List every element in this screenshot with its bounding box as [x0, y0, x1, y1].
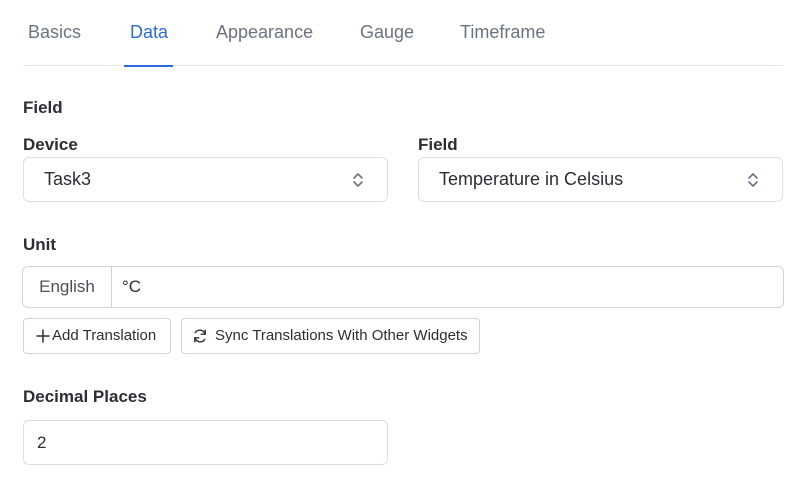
- field-label: Field: [418, 135, 458, 154]
- widget-settings-panel: Basics Data Appearance Gauge Timeframe F…: [0, 0, 800, 484]
- field-select[interactable]: Temperature in Celsius: [418, 157, 783, 202]
- tab-timeframe[interactable]: Timeframe: [460, 0, 545, 66]
- unit-input-group: English: [22, 266, 784, 308]
- decimal-places-title: Decimal Places: [23, 387, 147, 406]
- unit-section-title: Unit: [23, 235, 57, 254]
- unit-input[interactable]: [113, 267, 781, 307]
- add-translation-label: Add Translation: [52, 327, 157, 344]
- unit-language-addon: English: [23, 267, 112, 307]
- decimal-places-input[interactable]: [23, 420, 388, 465]
- field-select-value: Temperature in Celsius: [439, 169, 624, 189]
- field-section-title: Field: [23, 98, 63, 117]
- sync-icon: [194, 329, 206, 343]
- sync-translations-label: Sync Translations With Other Widgets: [215, 327, 468, 344]
- chevron-up-down-icon: [353, 173, 363, 187]
- device-select-value: Task3: [44, 169, 92, 189]
- tab-data[interactable]: Data: [123, 0, 174, 67]
- sync-translations-button[interactable]: Sync Translations With Other Widgets: [181, 318, 480, 354]
- chevron-up-down-icon: [748, 173, 758, 187]
- add-translation-button[interactable]: Add Translation: [23, 318, 171, 354]
- device-label: Device: [23, 135, 78, 154]
- device-select[interactable]: Task3: [23, 157, 388, 202]
- tab-gauge[interactable]: Gauge: [360, 0, 414, 66]
- tab-appearance[interactable]: Appearance: [216, 0, 313, 66]
- plus-icon: [36, 329, 50, 343]
- tab-basics[interactable]: Basics: [28, 0, 81, 66]
- tab-bar: Basics Data Appearance Gauge Timeframe: [23, 0, 783, 67]
